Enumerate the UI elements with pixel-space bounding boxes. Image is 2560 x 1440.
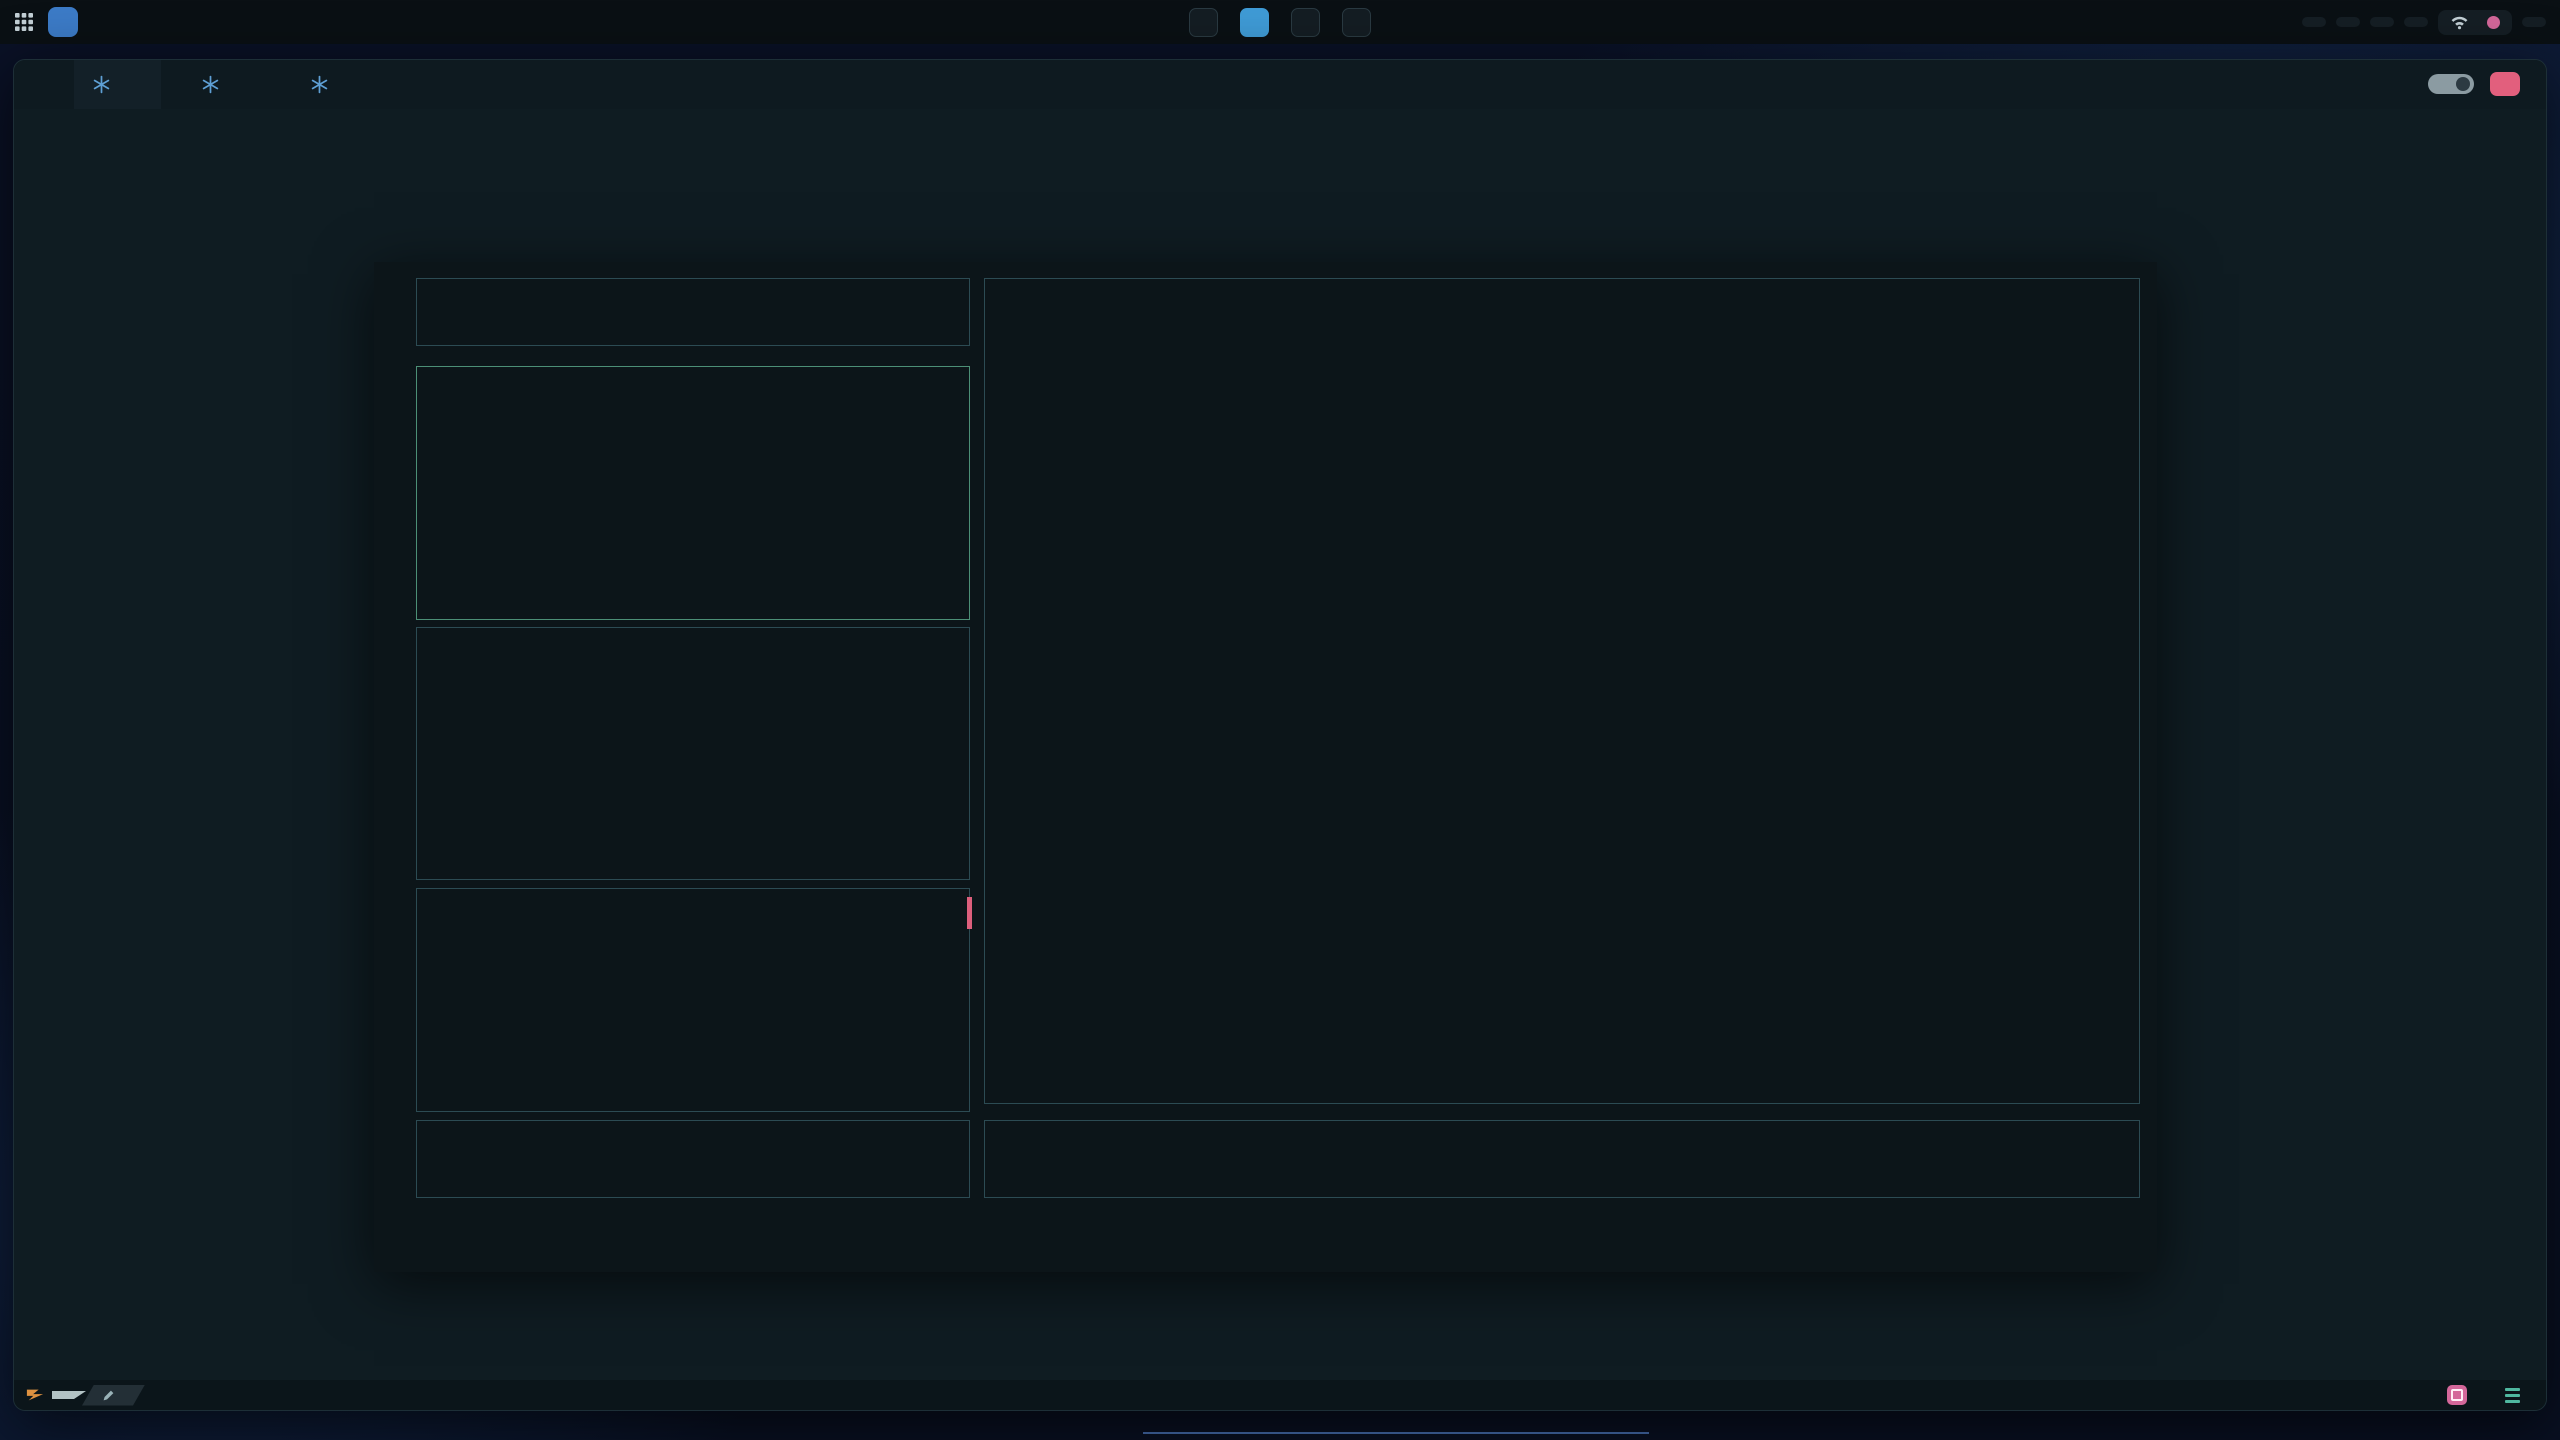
workspace-button-1[interactable] xyxy=(1189,8,1218,37)
nix-snowflake-icon xyxy=(92,75,111,94)
terminal-window xyxy=(13,59,2547,1411)
system-tray[interactable] xyxy=(2438,10,2512,35)
apps-grid-icon[interactable] xyxy=(14,12,34,32)
status-bar xyxy=(14,1380,2546,1410)
workspace-button-2[interactable] xyxy=(1240,8,1269,37)
zellij-icon xyxy=(26,1388,44,1402)
commits-scrollbar[interactable] xyxy=(967,897,972,929)
window-toggle[interactable] xyxy=(2428,74,2474,94)
ping-indicator xyxy=(2370,17,2394,27)
gpu-indicator xyxy=(2336,17,2360,27)
tab-flake-nix[interactable] xyxy=(292,60,379,109)
tray-dot-icon xyxy=(2487,16,2500,29)
lazygit-panel-command-log[interactable] xyxy=(984,1120,2140,1198)
tab-home-nix[interactable] xyxy=(74,60,161,109)
lazygit-panel-stash[interactable] xyxy=(416,1120,970,1198)
mode-indicator xyxy=(52,1391,86,1399)
tab-default-nix[interactable] xyxy=(183,60,270,109)
lazygit-panel-files[interactable] xyxy=(416,366,970,620)
pencil-icon xyxy=(102,1389,115,1402)
lazygit-panel-status[interactable] xyxy=(416,278,970,346)
lazygit-panel-diff[interactable] xyxy=(984,278,2140,1104)
workspace-button-4[interactable] xyxy=(1342,8,1371,37)
top-bar xyxy=(0,0,2560,44)
wallpaper-accent-line xyxy=(1143,1432,1649,1434)
tab-bar xyxy=(14,60,2546,109)
lazygit-window xyxy=(374,262,2157,1272)
desktop xyxy=(0,0,2560,1440)
session-icon xyxy=(2447,1385,2467,1405)
nix-snowflake-icon xyxy=(310,75,329,94)
window-close-button[interactable] xyxy=(2490,72,2520,96)
wifi-icon xyxy=(2450,15,2469,30)
workspace-button-3[interactable] xyxy=(1291,8,1320,37)
pane-name-segment[interactable] xyxy=(82,1385,145,1406)
workspace-switcher xyxy=(1189,8,1371,37)
lazygit-panel-branches[interactable] xyxy=(416,627,970,880)
logo-badge[interactable] xyxy=(48,7,78,37)
nix-snowflake-icon xyxy=(201,75,220,94)
clock xyxy=(2522,17,2546,27)
editor-area xyxy=(14,109,2546,1380)
power-profile-indicator xyxy=(2302,17,2326,27)
battery-indicator xyxy=(2404,17,2428,27)
lazygit-panel-commits[interactable] xyxy=(416,888,970,1112)
lines-icon xyxy=(2505,1388,2520,1403)
